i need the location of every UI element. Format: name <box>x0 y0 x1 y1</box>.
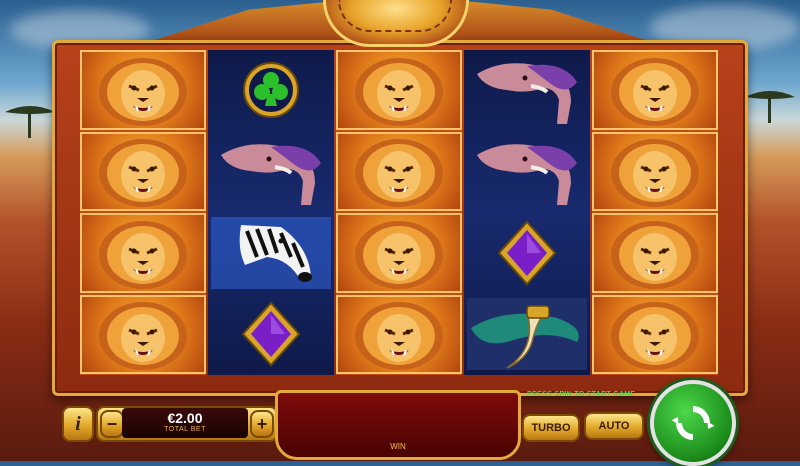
reel-2-row-4-diamond-suit-icon <box>208 295 334 375</box>
elephant-icon <box>221 144 321 206</box>
elephant-icon <box>477 144 577 206</box>
lion-icon <box>99 220 187 289</box>
lion-icon <box>611 302 699 371</box>
auto-button[interactable]: AUTO <box>584 412 644 440</box>
reel-2-row-3-zebra-icon <box>208 213 334 293</box>
lion-icon <box>611 139 699 208</box>
reel-1-row-2-lion-icon <box>80 131 206 211</box>
reel-1-row-3-lion-icon <box>80 213 206 293</box>
decrease-bet-button[interactable]: − <box>100 410 124 438</box>
reel-5-row-4-lion-icon <box>592 294 718 374</box>
lion-icon <box>99 139 187 208</box>
bet-display: €2.00 TOTAL BET <box>122 408 248 438</box>
diamond-suit-icon <box>241 301 301 367</box>
reel-2-row-1-club-suit-icon <box>208 50 334 130</box>
lion-icon <box>611 57 699 126</box>
lion-icon <box>99 302 187 371</box>
lion-icon <box>355 57 443 126</box>
acacia-tree-icon <box>5 106 55 138</box>
bet-label: TOTAL BET <box>164 426 206 433</box>
tusk-necklace-icon <box>467 298 587 371</box>
reel-2-row-2-elephant-icon <box>208 132 334 212</box>
start-hint: PRESS SPIN TO START GAME <box>527 391 636 398</box>
reel-3-row-1-lion-icon <box>336 50 462 130</box>
lion-icon <box>99 57 187 126</box>
info-button[interactable]: i <box>62 406 94 442</box>
reel-2 <box>208 50 334 375</box>
reel-5 <box>592 50 718 375</box>
diamond-suit-icon <box>497 220 557 286</box>
zebra-icon <box>211 216 331 289</box>
reel-1-row-1-lion-icon <box>80 50 206 130</box>
reel-1 <box>80 50 206 375</box>
refresh-arrows-icon <box>671 406 715 440</box>
reel-5-row-3-lion-icon <box>592 213 718 293</box>
reel-1-row-4-lion-icon <box>80 294 206 374</box>
club-suit-icon <box>243 61 299 118</box>
bet-value: €2.00 <box>167 410 203 426</box>
reel-4-row-2-elephant-icon <box>464 132 590 212</box>
lion-icon <box>611 220 699 289</box>
spin-button[interactable] <box>650 380 736 466</box>
reel-3-row-3-lion-icon <box>336 213 462 293</box>
reel-5-row-2-lion-icon <box>592 131 718 211</box>
increase-bet-button[interactable]: + <box>250 410 274 438</box>
acacia-tree-icon <box>745 91 795 123</box>
lion-icon <box>355 139 443 208</box>
reel-4 <box>464 50 590 375</box>
reel-4-row-1-elephant-icon <box>464 50 590 130</box>
reel-4-row-3-diamond-suit-icon <box>464 213 590 293</box>
reel-3-row-2-lion-icon <box>336 131 462 211</box>
win-label: WIN <box>390 442 406 451</box>
reel-4-row-4-tusk-necklace-icon <box>464 295 590 375</box>
lion-icon <box>355 220 443 289</box>
reel-3-row-4-lion-icon <box>336 294 462 374</box>
elephant-icon <box>477 62 577 124</box>
lion-icon <box>355 302 443 371</box>
control-bar: i − €2.00 TOTAL BET + WIN PRESS SPIN TO … <box>0 380 800 466</box>
turbo-button[interactable]: TURBO <box>522 414 580 442</box>
win-display: WIN <box>275 390 521 460</box>
reel-3 <box>336 50 462 375</box>
reel-grid <box>80 50 720 375</box>
reel-5-row-1-lion-icon <box>592 50 718 130</box>
